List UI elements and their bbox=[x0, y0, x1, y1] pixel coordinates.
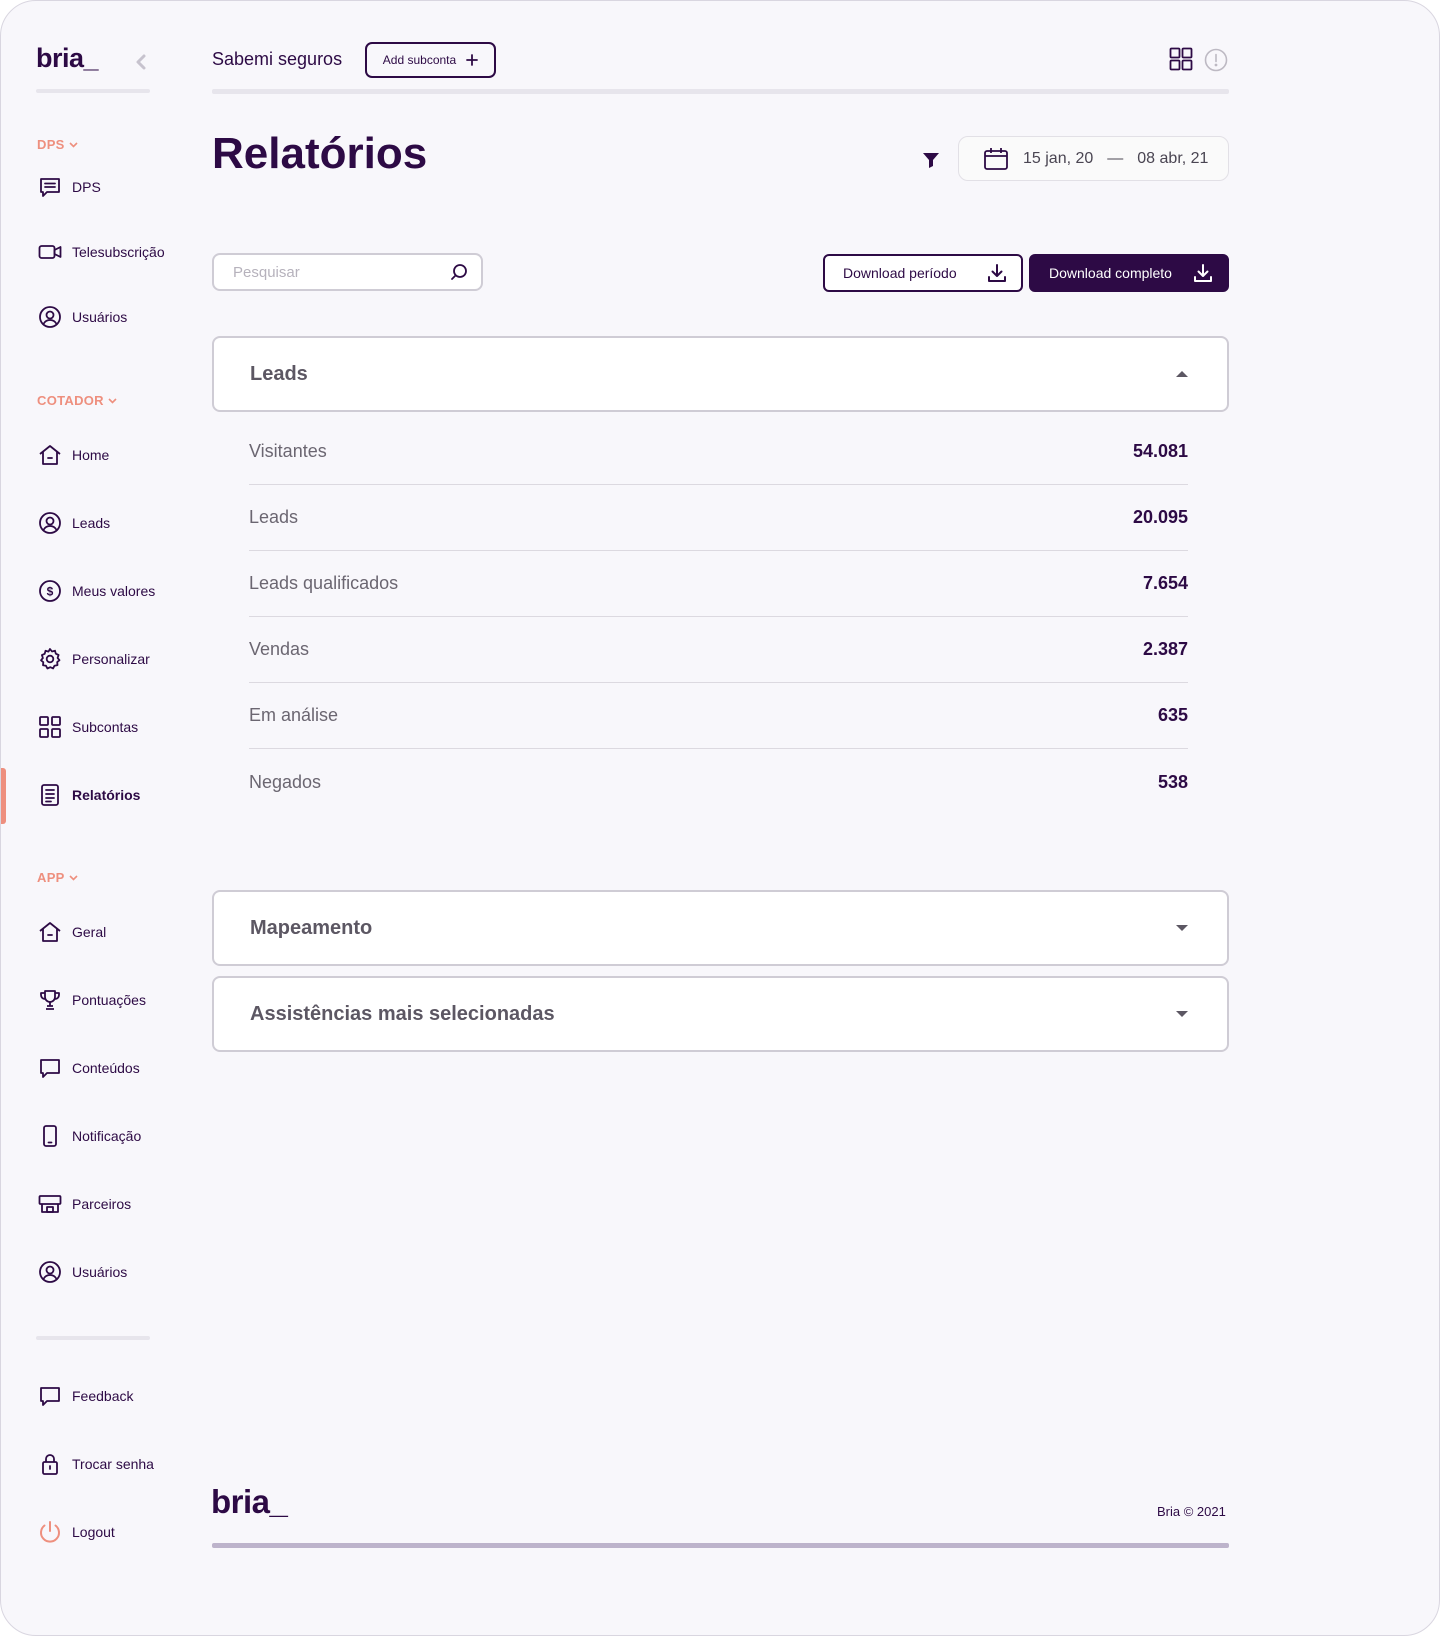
download-icon bbox=[988, 264, 1006, 282]
active-indicator bbox=[1, 768, 6, 824]
svg-text:$: $ bbox=[47, 585, 54, 599]
sidebar-item-conteudos[interactable]: Conteúdos bbox=[37, 1054, 140, 1082]
chat-bubble-icon bbox=[37, 1383, 63, 1409]
header-divider bbox=[212, 89, 1229, 94]
date-end: 08 abr, 21 bbox=[1137, 149, 1209, 167]
download-period-button[interactable]: Download período bbox=[823, 254, 1023, 292]
section-app[interactable]: APP bbox=[37, 870, 78, 885]
download-icon bbox=[1194, 264, 1212, 282]
search-box[interactable] bbox=[212, 253, 483, 291]
chevron-down-icon bbox=[108, 397, 117, 404]
phone-icon bbox=[37, 1123, 63, 1149]
sidebar-item-usuarios-dps[interactable]: Usuários bbox=[37, 303, 127, 331]
user-circle-icon bbox=[37, 510, 63, 536]
date-separator: — bbox=[1107, 149, 1124, 167]
account-name: Sabemi seguros bbox=[212, 49, 343, 69]
sidebar-item-telesubscricao[interactable]: Telesubscrição bbox=[37, 238, 165, 266]
list-item: Em análise 635 bbox=[249, 683, 1188, 749]
sidebar-item-relatorios[interactable]: Relatórios bbox=[37, 781, 140, 809]
footer-copyright: Bria © 2021 bbox=[1157, 1504, 1226, 1519]
caret-down-icon bbox=[1176, 925, 1188, 931]
search-icon[interactable] bbox=[449, 262, 469, 282]
sidebar-item-trocar-senha[interactable]: Trocar senha bbox=[37, 1450, 154, 1478]
section-dps[interactable]: DPS bbox=[37, 137, 78, 152]
list-item: Vendas 2.387 bbox=[249, 617, 1188, 683]
sidebar-item-pontuacoes[interactable]: Pontuações bbox=[37, 986, 146, 1014]
user-circle-icon bbox=[37, 304, 63, 330]
list-item: Leads 20.095 bbox=[249, 485, 1188, 551]
page-title: Relatórios bbox=[212, 129, 428, 178]
info-icon[interactable] bbox=[1204, 48, 1228, 72]
sidebar-item-leads[interactable]: Leads bbox=[37, 509, 110, 537]
home-icon bbox=[37, 919, 63, 945]
chevron-down-icon bbox=[69, 874, 78, 881]
sidebar-item-meus-valores[interactable]: $ Meus valores bbox=[37, 577, 155, 605]
sidebar-item-dps[interactable]: DPS bbox=[37, 173, 101, 201]
add-subconta-button[interactable]: Add subconta bbox=[365, 42, 496, 78]
leads-stats-list: Visitantes 54.081 Leads 20.095 Leads qua… bbox=[249, 419, 1188, 815]
sidebar-item-subcontas[interactable]: Subcontas bbox=[37, 713, 138, 741]
sidebar-item-notificacao[interactable]: Notificação bbox=[37, 1122, 141, 1150]
list-item: Negados 538 bbox=[249, 771, 1188, 792]
user-circle-icon bbox=[37, 1259, 63, 1285]
sidebar-item-geral[interactable]: Geral bbox=[37, 918, 106, 946]
caret-down-icon bbox=[1176, 1011, 1188, 1017]
power-icon bbox=[37, 1519, 63, 1545]
gear-icon bbox=[37, 646, 63, 672]
footer-logo: bria_ bbox=[211, 1483, 288, 1520]
message-lines-icon bbox=[37, 174, 63, 200]
lock-icon bbox=[37, 1451, 63, 1477]
sidebar-item-home[interactable]: Home bbox=[37, 441, 109, 469]
list-item: Visitantes 54.081 bbox=[249, 419, 1188, 485]
document-icon bbox=[37, 782, 63, 808]
filter-icon[interactable] bbox=[922, 151, 940, 169]
date-start: 15 jan, 20 bbox=[1023, 149, 1094, 167]
video-camera-icon bbox=[37, 239, 63, 265]
caret-up-icon bbox=[1176, 371, 1188, 377]
sidebar-item-personalizar[interactable]: Personalizar bbox=[37, 645, 150, 673]
sidebar-divider bbox=[36, 89, 150, 93]
chevron-left-icon[interactable] bbox=[134, 53, 148, 71]
search-input[interactable] bbox=[233, 263, 449, 281]
sidebar-item-usuarios-app[interactable]: Usuários bbox=[37, 1258, 127, 1286]
leads-accordion-header[interactable]: Leads bbox=[212, 336, 1229, 412]
list-item: Leads qualificados 7.654 bbox=[249, 551, 1188, 617]
footer-divider bbox=[212, 1543, 1229, 1548]
store-icon bbox=[37, 1191, 63, 1217]
sidebar-item-feedback[interactable]: Feedback bbox=[37, 1382, 133, 1410]
assistencias-accordion-header[interactable]: Assistências mais selecionadas bbox=[212, 976, 1229, 1052]
plus-icon bbox=[466, 54, 479, 66]
dollar-circle-icon: $ bbox=[37, 578, 63, 604]
section-cotador[interactable]: COTADOR bbox=[37, 393, 117, 408]
sidebar-divider bbox=[36, 1336, 150, 1340]
mapeamento-accordion-header[interactable]: Mapeamento bbox=[212, 890, 1229, 966]
download-full-button[interactable]: Download completo bbox=[1029, 254, 1229, 292]
app-window: bria_ DPS DPS Telesubscrição Usuários CO… bbox=[0, 0, 1440, 1636]
chat-bubble-icon bbox=[37, 1055, 63, 1081]
grid-icon bbox=[37, 714, 63, 740]
chevron-down-icon bbox=[69, 141, 78, 148]
trophy-icon bbox=[37, 987, 63, 1013]
sidebar-item-logout[interactable]: Logout bbox=[37, 1518, 115, 1546]
brand-logo[interactable]: bria_ bbox=[36, 43, 99, 74]
date-range-picker[interactable]: 15 jan, 20 — 08 abr, 21 bbox=[958, 136, 1229, 181]
calendar-icon bbox=[984, 147, 1008, 170]
grid-icon[interactable] bbox=[1169, 47, 1193, 71]
home-icon bbox=[37, 442, 63, 468]
sidebar-item-parceiros[interactable]: Parceiros bbox=[37, 1190, 131, 1218]
